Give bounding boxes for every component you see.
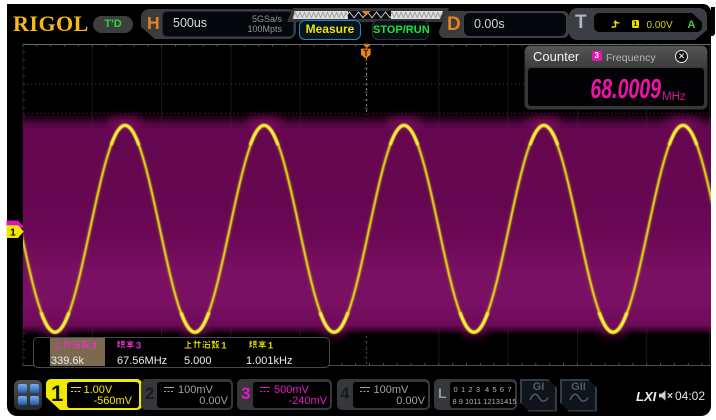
svg-text:1: 1 xyxy=(221,340,227,351)
svg-text:1: 1 xyxy=(268,340,274,351)
svg-text:3: 3 xyxy=(91,340,96,351)
svg-text:3: 3 xyxy=(136,340,141,351)
